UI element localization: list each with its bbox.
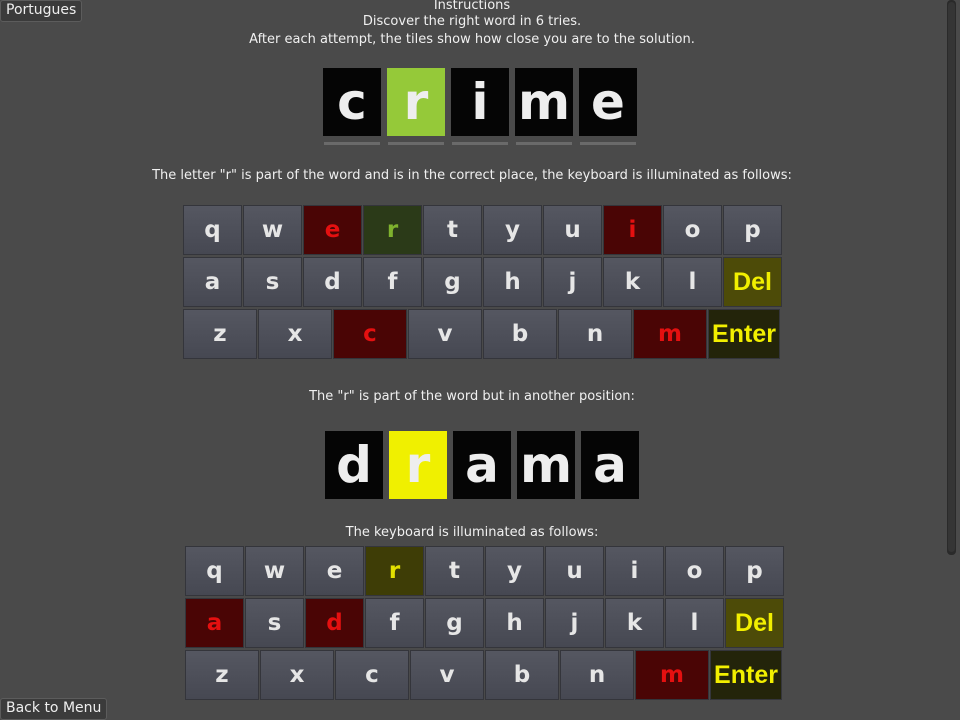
key-i[interactable]: i [605,546,664,596]
vertical-scrollbar[interactable] [947,0,956,555]
letter-tile-c: c [323,68,381,145]
key-d[interactable]: d [305,598,364,648]
letter-tile-r: r [387,68,445,145]
key-c[interactable]: c [333,309,407,359]
instructions-line-2: After each attempt, the tiles show how c… [249,32,695,47]
key-p[interactable]: p [725,546,784,596]
key-t[interactable]: t [423,205,482,255]
key-p[interactable]: p [723,205,782,255]
delete-key[interactable]: Del [725,598,784,648]
letter-tile-a: a [581,431,639,499]
key-r[interactable]: r [365,546,424,596]
key-w[interactable]: w [245,546,304,596]
key-l[interactable]: l [665,598,724,648]
key-x[interactable]: x [260,650,334,700]
key-a[interactable]: a [183,257,242,307]
instructions-title: Instructions [433,0,511,13]
key-r[interactable]: r [363,205,422,255]
key-h[interactable]: h [483,257,542,307]
key-q[interactable]: q [183,205,242,255]
example-word-tiles-drama: drama [325,431,639,499]
key-u[interactable]: u [543,205,602,255]
key-f[interactable]: f [365,598,424,648]
example2-caption: The "r" is part of the word but in anoth… [309,389,635,404]
example-word-tiles-crime: crime [323,68,637,145]
key-k[interactable]: k [603,257,662,307]
key-a[interactable]: a [185,598,244,648]
key-i[interactable]: i [603,205,662,255]
key-j[interactable]: j [543,257,602,307]
key-b[interactable]: b [483,309,557,359]
key-k[interactable]: k [605,598,664,648]
keyboard-example-1: q w e r t y u i o p a s d f g h j k l Del z x c v b n m Enter [183,205,783,361]
key-u[interactable]: u [545,546,604,596]
key-n[interactable]: n [558,309,632,359]
key-q[interactable]: q [185,546,244,596]
key-x[interactable]: x [258,309,332,359]
key-h[interactable]: h [485,598,544,648]
keyboard-example-2: q w e r t y u i o p a s d f g h j k l Del z x c v b n m Enter [185,546,785,702]
key-g[interactable]: g [423,257,482,307]
key-b[interactable]: b [485,650,559,700]
scrollbar-thumb[interactable] [948,2,955,552]
keyboard-row: a s d f g h j k l Del [185,598,785,648]
key-o[interactable]: o [665,546,724,596]
keyboard-row: a s d f g h j k l Del [183,257,783,307]
key-l[interactable]: l [663,257,722,307]
key-z[interactable]: z [183,309,257,359]
letter-tile-r: r [389,431,447,499]
back-to-menu-button[interactable]: Back to Menu [0,698,108,720]
key-g[interactable]: g [425,598,484,648]
key-m[interactable]: m [633,309,707,359]
key-s[interactable]: s [243,257,302,307]
key-v[interactable]: v [410,650,484,700]
enter-key[interactable]: Enter [710,650,782,700]
key-z[interactable]: z [185,650,259,700]
delete-key[interactable]: Del [723,257,782,307]
keyboard-row: z x c v b n m Enter [183,309,783,359]
key-m[interactable]: m [635,650,709,700]
letter-tile-a: a [453,431,511,499]
example1-caption: The letter "r" is part of the word and i… [152,168,792,183]
key-s[interactable]: s [245,598,304,648]
key-o[interactable]: o [663,205,722,255]
keyboard-row: z x c v b n m Enter [185,650,785,700]
key-w[interactable]: w [243,205,302,255]
letter-tile-i: i [451,68,509,145]
key-y[interactable]: y [485,546,544,596]
letter-tile-m: m [517,431,575,499]
key-t[interactable]: t [425,546,484,596]
letter-tile-d: d [325,431,383,499]
key-n[interactable]: n [560,650,634,700]
key-e[interactable]: e [303,205,362,255]
enter-key[interactable]: Enter [708,309,780,359]
key-d[interactable]: d [303,257,362,307]
keyboard-row: qwertyuiop [183,205,783,255]
example2-keyboard-caption: The keyboard is illuminated as follows: [345,525,599,540]
key-f[interactable]: f [363,257,422,307]
instructions-line-1: Discover the right word in 6 tries. [362,14,582,29]
letter-tile-m: m [515,68,573,145]
key-v[interactable]: v [408,309,482,359]
key-e[interactable]: e [305,546,364,596]
letter-tile-e: e [579,68,637,145]
key-c[interactable]: c [335,650,409,700]
key-y[interactable]: y [483,205,542,255]
keyboard-row: qwertyuiop [185,546,785,596]
key-j[interactable]: j [545,598,604,648]
